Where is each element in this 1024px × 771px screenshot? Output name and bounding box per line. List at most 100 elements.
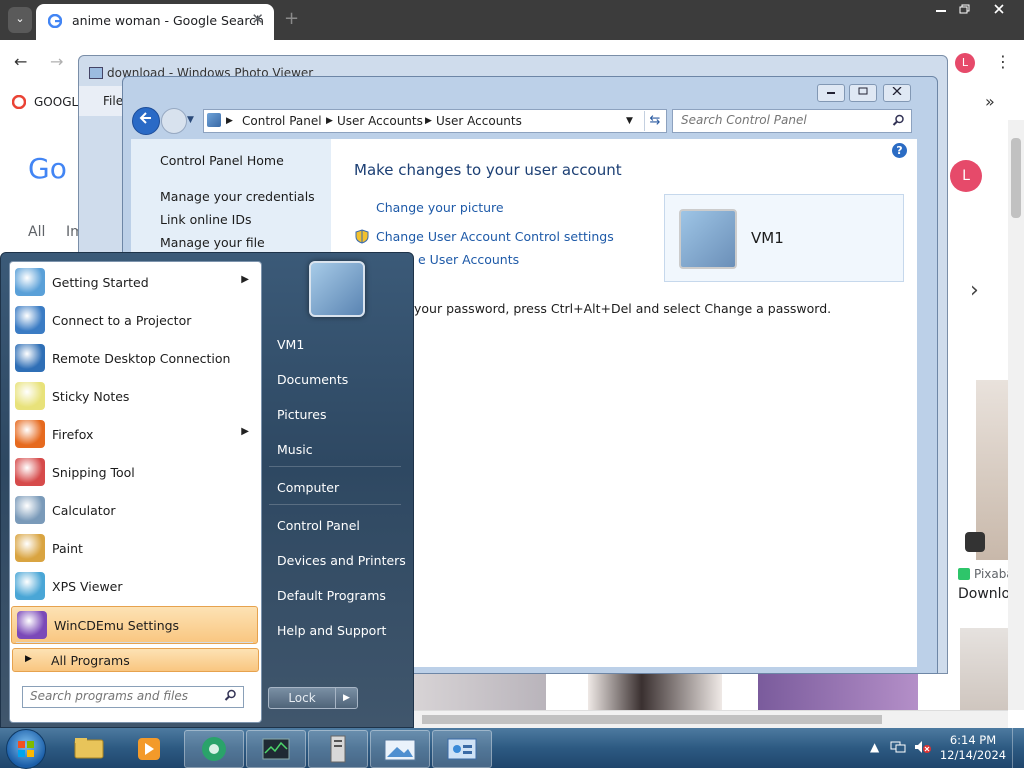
start-program-item[interactable]: Connect to a Projector	[10, 302, 259, 338]
start-right-item[interactable]: Music	[277, 442, 313, 457]
browser-tab[interactable]: anime woman - Google Search ✕	[36, 4, 274, 40]
start-right-item[interactable]: VM1	[277, 337, 304, 352]
start-right-item[interactable]: Devices and Printers	[277, 553, 406, 568]
start-right-item[interactable]: Computer	[277, 480, 339, 495]
start-right-item[interactable]: Documents	[277, 372, 348, 387]
manage-user-accounts-link[interactable]: e User Accounts	[418, 252, 519, 267]
manage-credentials-link[interactable]: Manage your credentials	[160, 189, 315, 204]
start-right-item[interactable]: Control Panel	[277, 518, 360, 533]
account-name: VM1	[751, 229, 784, 247]
control-panel-search-input[interactable]	[673, 110, 899, 130]
tab-close-icon[interactable]: ✕	[251, 10, 264, 28]
address-dropdown-icon[interactable]: ▼	[626, 116, 633, 126]
start-program-item[interactable]: Sticky Notes	[10, 378, 259, 414]
image-thumbnail-4[interactable]	[960, 628, 1008, 710]
show-hidden-icons[interactable]: ▲	[870, 740, 879, 754]
page-horizontal-scrollbar[interactable]	[412, 710, 1008, 728]
user-account-picture[interactable]	[309, 261, 365, 317]
start-right-item[interactable]: Pictures	[277, 407, 327, 422]
breadcrumb-control-panel[interactable]: Control Panel	[242, 114, 322, 128]
back-arrow-icon[interactable]: ←	[14, 52, 27, 71]
back-button[interactable]	[132, 107, 160, 135]
image-result-title[interactable]: Downlo	[958, 586, 1010, 602]
search-icon[interactable]	[892, 114, 905, 127]
start-program-item[interactable]: WinCDEmu Settings	[11, 606, 258, 644]
close-icon[interactable]	[984, 0, 1014, 20]
password-note: your password, press Ctrl+Alt+Del and se…	[414, 301, 832, 316]
start-program-item[interactable]: Remote Desktop Connection	[10, 340, 259, 376]
breadcrumb-user-accounts[interactable]: User Accounts	[337, 114, 423, 128]
recent-pages-chevron-icon[interactable]: ▼	[187, 115, 194, 125]
start-right-item[interactable]: Default Programs	[277, 588, 386, 603]
image-thumbnail-3[interactable]	[758, 672, 918, 710]
control-panel-home-link[interactable]: Control Panel Home	[160, 153, 284, 168]
taskbar-server-icon[interactable]	[308, 730, 368, 768]
control-panel-search[interactable]	[672, 109, 912, 133]
hscrollbar-thumb[interactable]	[422, 715, 882, 724]
start-program-item[interactable]: Paint	[10, 530, 259, 566]
restore-icon[interactable]	[950, 0, 980, 20]
breadcrumb-user-accounts-current[interactable]: User Accounts	[436, 114, 522, 128]
start-program-label: Getting Started	[52, 275, 149, 290]
scrollbar-thumb[interactable]	[1011, 138, 1021, 218]
taskbar-control-panel-icon[interactable]	[432, 730, 492, 768]
image-thumbnail-2[interactable]	[588, 672, 722, 710]
taskbar-chrome-icon[interactable]	[184, 730, 244, 768]
bookmark-google[interactable]: GOOGLI	[34, 95, 82, 109]
taskbar-photo-viewer-icon[interactable]	[370, 730, 430, 768]
start-right-separator	[269, 504, 401, 505]
search-icon[interactable]	[224, 689, 237, 705]
cp-close-button[interactable]	[883, 84, 911, 102]
taskbar-explorer-icon[interactable]	[60, 730, 118, 766]
user-accounts-icon	[207, 113, 221, 127]
start-program-item[interactable]: XPS Viewer	[10, 568, 259, 604]
submenu-arrow-icon[interactable]: ▶	[241, 274, 249, 285]
breadcrumb-separator-icon[interactable]: ▶	[425, 116, 432, 126]
profile-avatar[interactable]: L	[955, 53, 975, 73]
photo-viewer-file-menu[interactable]: File	[79, 86, 123, 116]
google-logo[interactable]: Go	[28, 152, 67, 185]
refresh-icon[interactable]: ⇆	[644, 111, 665, 131]
cp-minimize-button[interactable]	[817, 84, 845, 102]
image-thumbnail-1[interactable]	[412, 672, 546, 710]
start-program-item[interactable]: Calculator	[10, 492, 259, 528]
carousel-next-icon[interactable]: ›	[970, 278, 979, 303]
all-programs-button[interactable]: ▶ All Programs	[12, 648, 259, 672]
tab-all[interactable]: All	[28, 224, 45, 240]
lock-button[interactable]: Lock ▶	[268, 687, 358, 709]
start-search-box[interactable]	[22, 686, 244, 708]
start-right-item[interactable]: Help and Support	[277, 623, 386, 638]
breadcrumb-separator-icon[interactable]: ▶	[226, 116, 233, 126]
change-picture-link[interactable]: Change your picture	[376, 200, 504, 215]
page-profile-avatar[interactable]: L	[950, 160, 982, 192]
shutdown-options-arrow-icon[interactable]: ▶	[335, 688, 357, 708]
forward-arrow-icon[interactable]: →	[50, 52, 63, 71]
taskbar-task-manager-icon[interactable]	[246, 730, 306, 768]
breadcrumb-separator-icon[interactable]: ▶	[326, 116, 333, 126]
uac-settings-link[interactable]: Change User Account Control settings	[376, 229, 614, 244]
getting-started-icon	[15, 268, 45, 296]
address-bar[interactable]: ▶ Control Panel ▶ User Accounts ▶ User A…	[203, 109, 667, 133]
help-icon[interactable]: ?	[892, 143, 907, 158]
start-program-item[interactable]: Getting Started ▶	[10, 264, 259, 300]
start-program-label: Paint	[52, 541, 83, 556]
start-program-label: Connect to a Projector	[52, 313, 192, 328]
start-program-item[interactable]: Firefox ▶	[10, 416, 259, 452]
submenu-arrow-icon[interactable]: ▶	[241, 426, 249, 437]
taskbar-media-player-icon[interactable]	[120, 730, 178, 766]
menu-kebab-icon[interactable]: ⋮	[995, 52, 1011, 71]
more-bookmarks-icon[interactable]: »	[985, 92, 995, 111]
volume-muted-icon[interactable]	[914, 740, 932, 757]
show-desktop-button[interactable]	[1012, 728, 1024, 768]
link-online-ids-link[interactable]: Link online IDs	[160, 212, 252, 227]
page-vertical-scrollbar[interactable]	[1008, 120, 1024, 710]
start-program-item[interactable]: Snipping Tool	[10, 454, 259, 490]
system-clock[interactable]: 6:14 PM 12/14/2024	[938, 733, 1008, 763]
start-button-windows-icon[interactable]	[6, 729, 46, 769]
start-search-input[interactable]	[23, 687, 227, 705]
tab-list-button[interactable]: ⌄	[8, 7, 32, 33]
forward-button[interactable]	[161, 108, 187, 134]
new-tab-button[interactable]: +	[284, 8, 299, 29]
cp-restore-button[interactable]	[849, 84, 877, 102]
network-icon[interactable]	[890, 740, 906, 757]
